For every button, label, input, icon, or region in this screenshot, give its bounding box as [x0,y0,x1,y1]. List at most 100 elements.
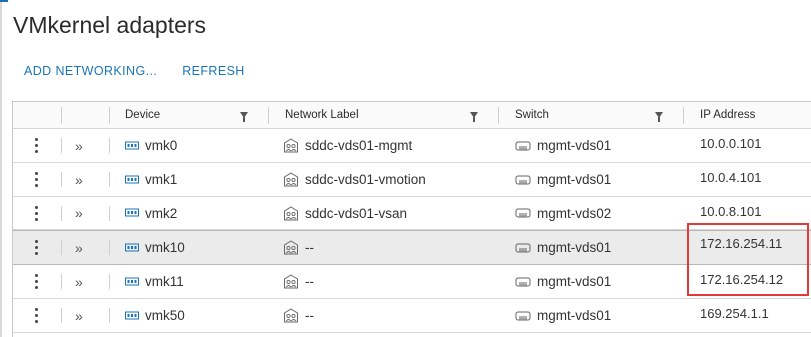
row-actions-button[interactable] [35,231,39,264]
switch-cell: mgmt-vds01 [515,163,611,196]
ip-address-cell: 10.0.4.101 [700,170,762,185]
table-row[interactable]: » vmk50 -- mgmt-vds01 169.254.1.1 [13,299,811,333]
switch-icon [515,208,531,218]
column-separator [109,138,110,153]
column-separator[interactable] [498,107,499,124]
ip-highlight-box [687,223,809,296]
switch-name: mgmt-vds01 [537,240,612,255]
network-label: sddc-vds01-vsan [305,205,408,221]
refresh-button[interactable]: REFRESH [182,64,245,78]
vmkernel-nic-icon [125,311,139,319]
column-separator [61,274,62,289]
kebab-icon[interactable] [35,205,39,221]
double-chevron-icon[interactable]: » [75,308,83,324]
column-separator [61,138,62,153]
device-cell[interactable]: vmk1 [125,163,177,196]
switch-cell: mgmt-vds01 [515,129,611,162]
table-row[interactable]: » vmk0 sddc-vds01-mgmt mgmt-vds01 10.0.0.101 [13,129,811,163]
row-actions-button[interactable] [35,129,39,162]
ip-address-cell: 10.0.0.101 [700,136,762,151]
row-actions-button[interactable] [35,163,39,196]
kebab-icon[interactable] [35,172,39,187]
network-label: sddc-vds01-vmotion [305,172,426,187]
expand-row-button[interactable]: » [75,163,83,196]
double-chevron-icon[interactable]: » [75,172,83,188]
column-separator [61,172,62,187]
vmkernel-nic-icon [125,243,139,251]
port-group-icon [284,274,298,289]
device-cell[interactable]: vmk50 [125,299,185,332]
column-separator [109,107,110,124]
column-header-ip-address[interactable]: IP Address [700,102,755,128]
filter-icon[interactable] [240,112,248,122]
network-label-cell: -- [283,231,314,264]
add-networking-button[interactable]: ADD NETWORKING... [24,64,157,78]
vmkernel-nic-icon [125,208,139,217]
kebab-icon[interactable] [35,138,39,153]
switch-icon [515,311,531,320]
double-chevron-icon[interactable]: » [75,240,83,256]
port-group-icon [284,205,298,220]
network-label: -- [305,308,314,323]
device-cell[interactable]: vmk10 [125,231,185,264]
switch-icon [515,175,531,184]
column-separator [109,206,110,221]
device-cell[interactable]: vmk0 [125,129,177,162]
expand-row-button[interactable]: » [75,231,83,264]
kebab-icon[interactable] [35,308,39,323]
expand-row-button[interactable]: » [75,299,83,332]
switch-cell: mgmt-vds01 [515,299,611,332]
row-actions-button[interactable] [35,265,39,298]
double-chevron-icon[interactable]: » [75,274,83,290]
device-cell[interactable]: vmk2 [125,197,177,229]
column-header-device[interactable]: Device [125,102,160,128]
column-separator[interactable] [268,107,269,124]
vmkernel-nic-icon [125,277,139,285]
device-name[interactable]: vmk2 [145,206,177,221]
ip-address-cell: 10.0.8.101 [700,204,762,219]
column-separator [61,206,62,221]
vmkernel-adapters-grid: Device Network Label Switch IP Address »… [12,101,811,337]
column-separator [61,107,62,124]
switch-name: mgmt-vds01 [537,138,612,153]
device-name[interactable]: vmk1 [145,172,177,187]
table-row[interactable]: » vmk1 sddc-vds01-vmotion mgmt-vds01 10.0.4.… [13,163,811,197]
device-cell[interactable]: vmk11 [125,265,184,298]
device-name[interactable]: vmk0 [145,138,177,153]
port-group-icon [284,308,298,323]
switch-icon [515,141,531,150]
device-name[interactable]: vmk10 [145,240,185,255]
ip-address-cell: 169.254.1.1 [700,306,769,321]
column-header-network-label[interactable]: Network Label [285,102,359,128]
network-label-cell: sddc-vds01-mgmt [283,129,412,162]
column-separator [61,308,62,323]
row-actions-button[interactable] [35,197,39,229]
column-separator [109,308,110,323]
expand-row-button[interactable]: » [75,265,83,298]
left-border [0,0,2,337]
kebab-icon[interactable] [35,274,39,289]
column-separator[interactable] [683,107,684,124]
double-chevron-icon[interactable]: » [75,205,83,221]
column-separator [109,240,110,255]
network-label: -- [305,240,314,255]
double-chevron-icon[interactable]: » [75,138,83,154]
switch-icon [515,243,531,252]
kebab-icon[interactable] [35,240,39,255]
column-separator [61,240,62,255]
expand-row-button[interactable]: » [75,129,83,162]
switch-icon [515,277,531,286]
network-label-cell: sddc-vds01-vsan [283,197,407,229]
device-name[interactable]: vmk50 [145,308,185,323]
network-label: sddc-vds01-mgmt [305,138,413,153]
grid-header: Device Network Label Switch IP Address [13,102,811,129]
network-label-cell: sddc-vds01-vmotion [283,163,426,196]
filter-icon[interactable] [655,112,663,122]
column-header-switch[interactable]: Switch [515,102,549,128]
row-actions-button[interactable] [35,299,39,332]
page-title: VMkernel adapters [13,12,207,38]
switch-name: mgmt-vds01 [537,308,612,323]
device-name[interactable]: vmk11 [145,274,184,289]
filter-icon[interactable] [470,112,478,122]
expand-row-button[interactable]: » [75,197,83,229]
